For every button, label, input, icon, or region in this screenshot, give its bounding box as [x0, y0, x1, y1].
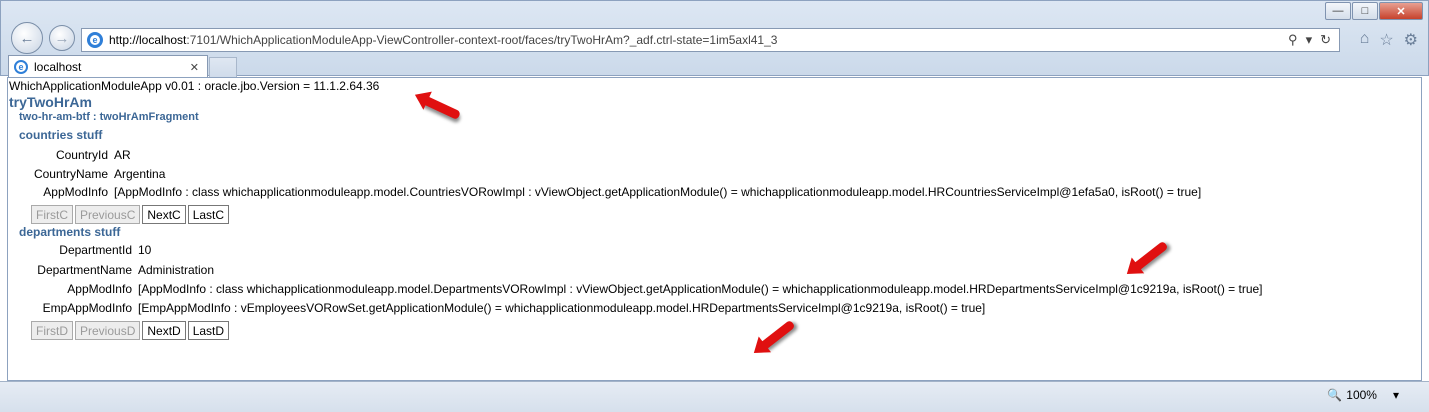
annotation-arrow-icon: [1131, 240, 1169, 273]
field-value: [AppModInfo : class whichapplicationmodu…: [138, 282, 1263, 296]
tab-close-icon[interactable]: ✕: [190, 61, 199, 74]
field-label: AppModInfo: [67, 282, 132, 296]
next-c-button[interactable]: NextC: [142, 205, 186, 224]
dropdown-chevron-icon[interactable]: ▾: [1306, 32, 1313, 48]
field-value: Administration: [138, 263, 215, 277]
department-id-row: DepartmentId 10: [8, 243, 151, 257]
field-label: CountryId: [55, 148, 108, 162]
previous-d-button[interactable]: PreviousD: [75, 321, 141, 340]
field-label: EmpAppModInfo: [42, 301, 132, 315]
settings-gear-icon[interactable]: ⚙: [1404, 30, 1418, 50]
browser-tab[interactable]: e localhost ✕: [8, 55, 208, 78]
refresh-icon[interactable]: ↻: [1320, 32, 1331, 48]
field-value: Argentina: [114, 167, 166, 181]
close-window-icon[interactable]: ✕: [1379, 2, 1423, 20]
url-text[interactable]: http://localhost:7101/WhichApplicationMo…: [109, 33, 777, 47]
field-value: 10: [138, 243, 152, 257]
countries-nav-buttons: FirstC PreviousC NextC LastC: [31, 205, 231, 224]
field-label: DepartmentName: [37, 263, 132, 277]
department-appmodinfo-row: AppModInfo [AppModInfo : class whichappl…: [8, 282, 1263, 296]
forward-button[interactable]: →: [49, 25, 75, 51]
arrow-right-icon: →: [54, 29, 70, 47]
field-label: CountryName: [33, 167, 108, 181]
page-content: WhichApplicationModuleApp v0.01 : oracle…: [7, 77, 1422, 381]
zoom-dropdown-icon[interactable]: ▾: [1393, 388, 1399, 402]
url-path: :7101/WhichApplicationModuleApp-ViewCont…: [186, 33, 778, 47]
maximize-icon[interactable]: □: [1352, 2, 1378, 20]
tab-ie-icon: e: [14, 60, 28, 74]
search-icon[interactable]: ⚲: [1288, 32, 1298, 48]
minimize-icon[interactable]: —: [1325, 2, 1351, 20]
region-label: two-hr-am-btf : twoHrAmFragment: [19, 111, 199, 123]
field-label: DepartmentId: [59, 243, 132, 257]
department-name-row: DepartmentName Administration: [8, 263, 214, 277]
new-tab-button[interactable]: [209, 57, 237, 78]
emp-appmodinfo-row: EmpAppModInfo [EmpAppModInfo : vEmployee…: [8, 301, 986, 315]
country-appmodinfo-row: AppModInfo [AppModInfo : class whichappl…: [8, 185, 1201, 199]
next-d-button[interactable]: NextD: [142, 321, 186, 340]
last-d-button[interactable]: LastD: [187, 321, 230, 340]
last-c-button[interactable]: LastC: [187, 205, 230, 224]
departments-nav-buttons: FirstD PreviousD NextD LastD: [31, 321, 231, 340]
ie-page-icon: e: [87, 32, 103, 48]
arrow-left-icon: ←: [19, 29, 35, 47]
field-value: [EmpAppModInfo : vEmployeesVORowSet.getA…: [138, 301, 986, 315]
annotation-arrow-icon: [420, 94, 462, 121]
zoom-control[interactable]: 🔍 100% ▾: [1327, 388, 1399, 402]
field-value: [AppModInfo : class whichapplicationmodu…: [114, 185, 1202, 199]
first-d-button[interactable]: FirstD: [31, 321, 73, 340]
url-host: http://localhost: [109, 33, 187, 47]
status-bar: 🔍 100% ▾: [0, 381, 1429, 412]
browser-toolbar: — □ ✕ ← → e http://localhost:7101/WhichA…: [0, 0, 1429, 78]
previous-c-button[interactable]: PreviousC: [75, 205, 141, 224]
tab-title: localhost: [34, 60, 82, 74]
annotation-arrow-icon: [758, 319, 796, 352]
window-controls: — □ ✕: [1324, 2, 1423, 20]
version-text: WhichApplicationModuleApp v0.01 : oracle…: [9, 79, 380, 93]
zoom-level: 100%: [1346, 388, 1377, 402]
favorites-star-icon[interactable]: ☆: [1379, 30, 1393, 50]
address-bar[interactable]: e http://localhost:7101/WhichApplication…: [81, 28, 1340, 52]
countries-heading: countries stuff: [19, 128, 103, 142]
departments-heading: departments stuff: [19, 225, 121, 239]
zoom-magnifier-icon: 🔍: [1327, 388, 1343, 402]
first-c-button[interactable]: FirstC: [31, 205, 73, 224]
home-icon[interactable]: ⌂: [1360, 30, 1370, 50]
country-id-row: CountryId AR: [8, 148, 131, 162]
field-label: AppModInfo: [43, 185, 108, 199]
country-name-row: CountryName Argentina: [8, 167, 165, 181]
field-value: AR: [114, 148, 131, 162]
back-button[interactable]: ←: [11, 22, 43, 54]
page-title: tryTwoHrAm: [9, 94, 92, 110]
